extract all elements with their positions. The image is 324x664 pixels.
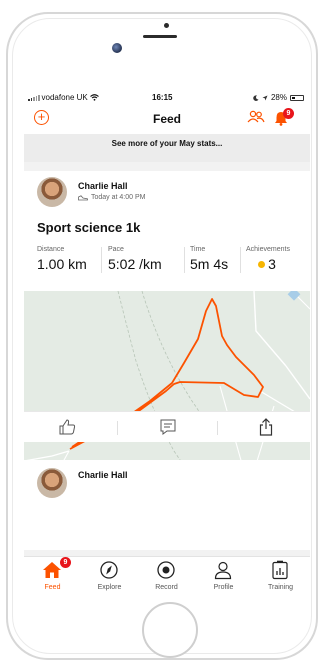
training-chart-icon: [272, 560, 288, 580]
tab-label: Explore: [97, 584, 122, 591]
feed-badge: 9: [60, 557, 71, 568]
stat-divider: [184, 247, 185, 273]
earpiece-speaker: [143, 35, 177, 38]
running-shoe-icon: [78, 194, 88, 200]
carrier-name: vodafone UK: [41, 93, 88, 102]
action-divider: [117, 421, 118, 435]
home-button[interactable]: [142, 602, 198, 658]
wifi-icon: [89, 94, 99, 101]
record-icon: [157, 561, 175, 579]
profile-icon: [214, 561, 232, 580]
avatar[interactable]: [37, 177, 67, 207]
compass-icon: [100, 561, 118, 579]
tab-label: Profile: [213, 584, 234, 591]
activity-timestamp: Today at 4:00 PM: [91, 194, 146, 201]
status-right: 28%: [253, 93, 304, 102]
stat-value: 1.00 km: [37, 256, 87, 272]
stat-value: 3: [268, 256, 276, 272]
stat-value: 5:02 /km: [108, 256, 162, 272]
proximity-sensor: [164, 23, 169, 28]
tab-label: Training: [267, 584, 294, 591]
carrier-info: vodafone UK: [28, 93, 99, 102]
athlete-name[interactable]: Charlie Hall: [78, 181, 128, 191]
stat-value: 5m 4s: [190, 256, 229, 272]
battery-percent: 28%: [270, 93, 287, 102]
stat-divider: [101, 247, 102, 273]
stat-time: Time 5m 4s: [190, 246, 228, 272]
tab-feed[interactable]: 9 Feed: [24, 557, 81, 596]
achievement-medal-icon: [258, 261, 266, 268]
moon-icon: [253, 94, 259, 101]
share-icon[interactable]: [256, 417, 276, 437]
status-time: 16:15: [152, 93, 173, 102]
page-title: Feed: [152, 112, 181, 126]
tab-explore[interactable]: Explore: [81, 557, 138, 596]
tab-label: Feed: [44, 584, 61, 591]
stat-value-wrap: 3: [246, 256, 290, 272]
front-camera: [112, 43, 122, 53]
tab-record[interactable]: Record: [138, 557, 195, 596]
battery-icon: [290, 94, 304, 101]
avatar[interactable]: [37, 468, 67, 498]
monthly-stats-banner[interactable]: See more of your May stats...: [24, 134, 310, 162]
app-screen: vodafone UK 16:15 28% + Feed 9 See more …: [24, 90, 310, 596]
stat-divider: [240, 247, 241, 273]
tab-training[interactable]: Training: [252, 557, 309, 596]
activity-actions: [24, 411, 310, 442]
comment-icon[interactable]: [158, 417, 178, 437]
feed-header: + Feed 9: [24, 104, 310, 135]
tab-bar: 9 Feed Explore Record Profile Training: [24, 556, 310, 596]
kudos-thumbs-up-icon[interactable]: [57, 417, 77, 437]
stat-achievements: Achievements 3: [246, 246, 290, 272]
notifications-button[interactable]: 9: [274, 108, 298, 129]
signal-icon: [28, 94, 40, 101]
activity-card[interactable]: Charlie Hall Today at 4:00 PM Sport scie…: [24, 171, 310, 471]
activity-time: Today at 4:00 PM: [78, 194, 145, 201]
status-bar: vodafone UK 16:15 28%: [24, 90, 310, 104]
stat-distance: Distance 1.00 km: [37, 246, 87, 272]
route-map[interactable]: [24, 291, 310, 471]
location-arrow-icon: [262, 95, 268, 100]
stat-pace: Pace 5:02 /km: [108, 246, 162, 272]
notification-badge: 9: [283, 108, 294, 119]
stat-label: Time: [190, 246, 206, 253]
home-icon: [43, 562, 61, 578]
find-friends-icon[interactable]: [247, 110, 265, 124]
activity-card-next[interactable]: Charlie Hall: [24, 460, 310, 550]
tab-profile[interactable]: Profile: [195, 557, 252, 596]
athlete-name[interactable]: Charlie Hall: [78, 470, 128, 480]
tab-label: Record: [155, 584, 178, 591]
action-divider: [217, 421, 218, 435]
stat-label: Achievements: [246, 246, 290, 253]
stat-label: Pace: [108, 246, 124, 253]
stat-label: Distance: [37, 246, 65, 253]
activity-title[interactable]: Sport science 1k: [37, 220, 140, 235]
